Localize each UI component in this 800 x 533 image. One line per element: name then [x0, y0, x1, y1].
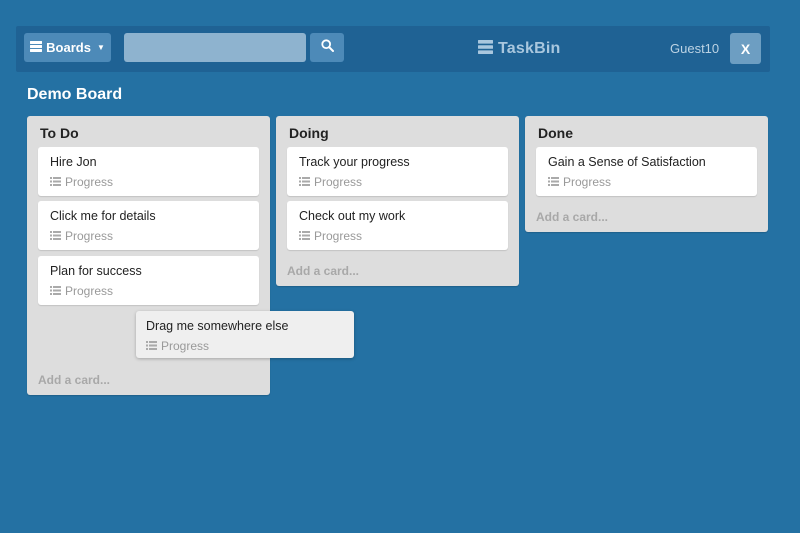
list-icon	[50, 284, 61, 298]
brand[interactable]: TaskBin	[478, 38, 560, 60]
list-title: Doing	[289, 125, 329, 141]
card[interactable]: Gain a Sense of Satisfaction Progress	[536, 147, 757, 196]
app: Boards ▼ TaskBin Guest10 X Demo Board To…	[0, 0, 800, 533]
list-icon	[548, 175, 559, 189]
card-meta-label: Progress	[314, 175, 363, 189]
card-title: Plan for success	[50, 264, 142, 278]
card[interactable]: Check out my work Progress	[287, 201, 508, 250]
card-meta: Progress	[299, 229, 362, 243]
search-icon	[320, 38, 334, 57]
list-icon	[299, 229, 310, 243]
card-meta: Progress	[50, 229, 113, 243]
card-meta: Progress	[146, 339, 209, 353]
username[interactable]: Guest10	[670, 41, 719, 56]
close-button[interactable]: X	[730, 33, 761, 64]
card-meta-label: Progress	[563, 175, 612, 189]
card-meta: Progress	[50, 175, 113, 189]
add-card-link[interactable]: Add a card...	[38, 373, 110, 387]
card-meta: Progress	[548, 175, 611, 189]
list-doing: Doing Track your progress Progress Check…	[276, 116, 519, 286]
add-card-link[interactable]: Add a card...	[287, 264, 359, 278]
card-title: Drag me somewhere else	[146, 319, 289, 333]
boards-button-label: Boards	[46, 40, 91, 55]
card-meta-label: Progress	[314, 229, 363, 243]
card-meta-label: Progress	[161, 339, 210, 353]
list-title: To Do	[40, 125, 79, 141]
search-button[interactable]	[310, 33, 344, 62]
card-meta-label: Progress	[65, 284, 114, 298]
card-title: Click me for details	[50, 209, 156, 223]
add-card-link[interactable]: Add a card...	[536, 210, 608, 224]
card-meta-label: Progress	[65, 175, 114, 189]
card-title: Gain a Sense of Satisfaction	[548, 155, 706, 169]
top-bar: Boards ▼ TaskBin Guest10 X	[16, 26, 770, 72]
boards-icon	[30, 40, 43, 55]
dragging-card[interactable]: Drag me somewhere else Progress	[136, 311, 354, 358]
card[interactable]: Hire Jon Progress	[38, 147, 259, 196]
card-meta: Progress	[299, 175, 362, 189]
boards-button[interactable]: Boards ▼	[24, 33, 111, 62]
list-icon	[50, 175, 61, 189]
list-done: Done Gain a Sense of Satisfaction Progre…	[525, 116, 768, 232]
card-title: Hire Jon	[50, 155, 97, 169]
card-title: Track your progress	[299, 155, 410, 169]
caret-down-icon: ▼	[96, 43, 105, 52]
list-icon	[50, 229, 61, 243]
card-meta-label: Progress	[65, 229, 114, 243]
card-title: Check out my work	[299, 209, 406, 223]
board-title: Demo Board	[27, 86, 123, 103]
list-icon	[146, 339, 157, 353]
list-title: Done	[538, 125, 573, 141]
card[interactable]: Click me for details Progress	[38, 201, 259, 250]
search-input[interactable]	[124, 33, 306, 62]
card[interactable]: Plan for success Progress	[38, 256, 259, 305]
card-meta: Progress	[50, 284, 113, 298]
list-icon	[299, 175, 310, 189]
card[interactable]: Track your progress Progress	[287, 147, 508, 196]
brand-name: TaskBin	[498, 40, 561, 57]
taskbin-logo-icon	[478, 39, 493, 59]
